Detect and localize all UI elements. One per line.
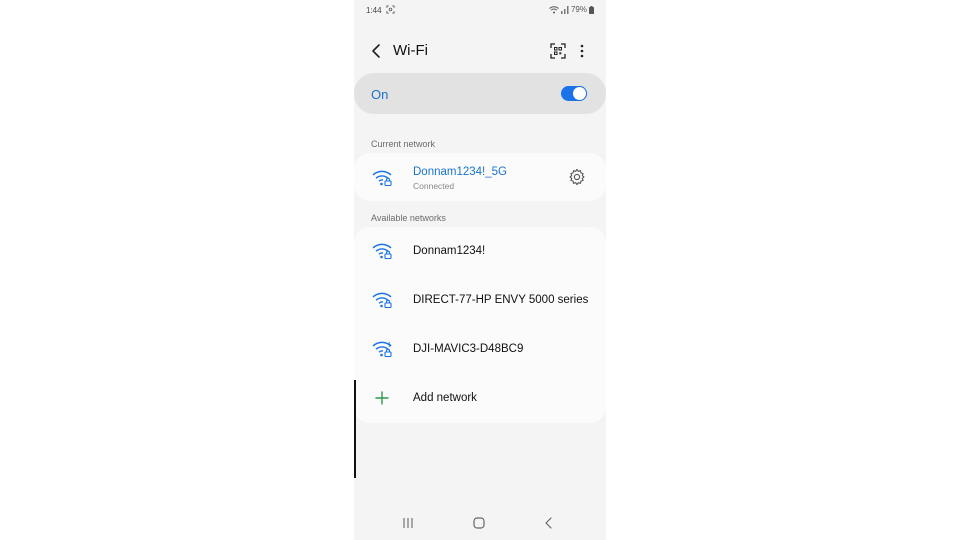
phone-screen: 1:44 79% Wi-Fi On Current network Donnam… [354, 0, 606, 540]
plus-icon [375, 391, 389, 405]
network-name: Donnam1234! [413, 245, 486, 257]
edge-panel-handle[interactable] [354, 380, 356, 478]
wifi-lock-icon [372, 243, 392, 259]
current-network-name: Donnam1234!_5G [413, 166, 507, 178]
wifi-toggle-switch[interactable] [561, 86, 587, 101]
available-networks-card: Donnam1234! DIRECT-77-HP ENVY 5000 serie… [354, 227, 606, 423]
navigation-bar [354, 510, 606, 536]
signal-icon [560, 5, 569, 14]
network-name: DIRECT-77-HP ENVY 5000 series [413, 294, 589, 306]
status-time: 1:44 [366, 6, 382, 15]
network-row[interactable]: Donnam1234! [354, 227, 606, 275]
battery-text: 79% [570, 5, 587, 14]
page-title: Wi-Fi [393, 42, 428, 59]
screenshot-icon [386, 5, 395, 14]
gear-icon[interactable] [568, 168, 586, 186]
wifi-status-icon [549, 5, 559, 13]
home-icon[interactable] [471, 516, 487, 530]
wifi-toggle-row[interactable]: On [354, 73, 606, 114]
back-nav-icon[interactable] [541, 516, 557, 530]
current-network-heading: Current network [371, 139, 436, 149]
wifi-toggle-label: On [371, 87, 389, 102]
more-options-icon[interactable] [577, 42, 587, 60]
network-row[interactable]: DIRECT-77-HP ENVY 5000 series [354, 276, 606, 324]
toggle-knob [573, 87, 586, 100]
network-name: DJI-MAVIC3-D48BC9 [413, 343, 524, 355]
add-network-label: Add network [413, 392, 477, 404]
wifi-lock-icon [372, 170, 392, 186]
status-bar: 1:44 79% [354, 0, 606, 22]
back-arrow-icon[interactable] [368, 42, 384, 60]
wifi-lock-icon [372, 292, 392, 308]
current-network-row[interactable]: Donnam1234!_5G Connected [354, 153, 606, 201]
battery-icon [589, 5, 594, 14]
app-header: Wi-Fi [354, 38, 606, 64]
add-network-row[interactable]: Add network [354, 374, 606, 422]
qr-code-scan-icon[interactable] [550, 43, 566, 59]
recent-apps-icon[interactable] [400, 516, 416, 530]
available-networks-heading: Available networks [371, 213, 446, 223]
wifi-lock-6ghz-icon [372, 341, 392, 357]
current-network-status: Connected [413, 181, 455, 191]
status-icons: 79% [549, 5, 594, 14]
current-network-card: Donnam1234!_5G Connected [354, 153, 606, 201]
network-row[interactable]: DJI-MAVIC3-D48BC9 [354, 325, 606, 373]
